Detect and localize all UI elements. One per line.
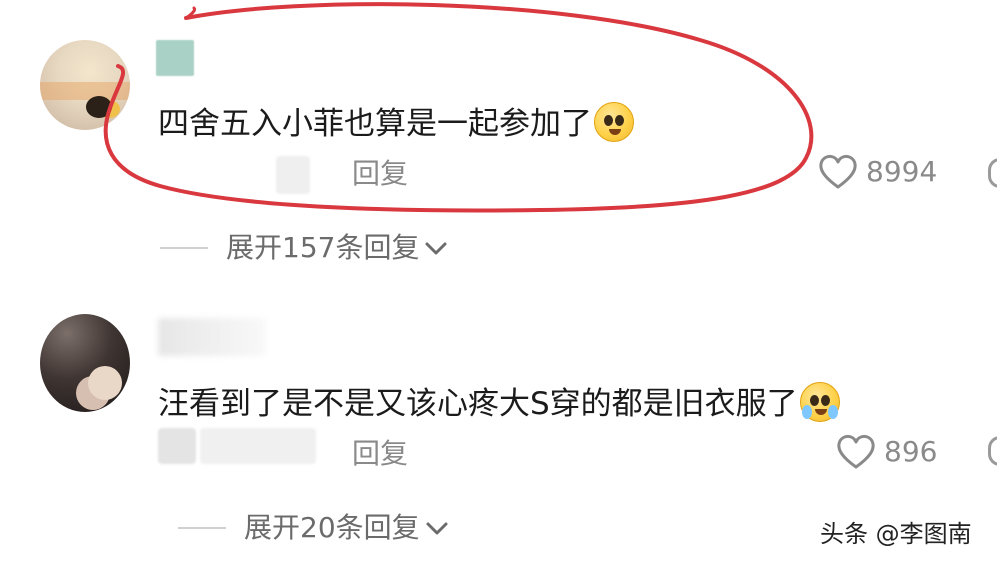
divider-line [160, 247, 208, 249]
avatar-image [86, 96, 112, 118]
avatar[interactable] [40, 40, 130, 130]
comment-text[interactable]: 汪看到了是不是又该心疼大S穿的都是旧衣服了 [158, 382, 840, 422]
username-blurred [156, 40, 194, 76]
watermark: 头条 @李图南 [820, 520, 972, 548]
avatar-image [40, 82, 130, 100]
divider-line [178, 527, 226, 529]
comment-text[interactable]: 四舍五入小菲也算是一起参加了 [158, 102, 634, 142]
like-button[interactable]: 8994 [818, 154, 937, 190]
expand-replies-button[interactable]: 展开157条回复 [160, 234, 449, 262]
like-count: 8994 [866, 155, 938, 188]
location-blurred [158, 428, 196, 464]
reply-button[interactable]: 回复 [352, 440, 408, 468]
more-options-icon[interactable] [988, 158, 997, 188]
like-count: 896 [884, 435, 938, 468]
chevron-down-icon [419, 238, 449, 258]
expand-replies-label: 展开157条回复 [226, 231, 420, 264]
comment-section: 四舍五入小菲也算是一起参加了 回复 8994 展开157条回复 汪看到了是不是又… [0, 0, 997, 567]
pleading-face-emoji-icon [594, 102, 634, 142]
expand-replies-label: 展开20条回复 [244, 511, 420, 544]
expand-replies-button[interactable]: 展开20条回复 [178, 514, 450, 542]
avatar[interactable] [40, 314, 130, 412]
timestamp-blurred [200, 428, 316, 464]
comment-text-content: 汪看到了是不是又该心疼大S穿的都是旧衣服了 [158, 386, 798, 422]
red-annotation-ellipse [103, 2, 814, 213]
heart-icon [818, 154, 858, 190]
avatar-image [88, 366, 122, 400]
reply-button[interactable]: 回复 [352, 160, 408, 188]
username-blurred [158, 318, 266, 356]
like-button[interactable]: 896 [836, 434, 937, 470]
chevron-down-icon [420, 518, 450, 538]
timestamp-blurred [276, 156, 310, 194]
heart-icon [836, 434, 876, 470]
comment-text-content: 四舍五入小菲也算是一起参加了 [158, 106, 592, 142]
crying-face-emoji-icon [799, 382, 840, 422]
more-options-icon[interactable] [988, 436, 997, 466]
